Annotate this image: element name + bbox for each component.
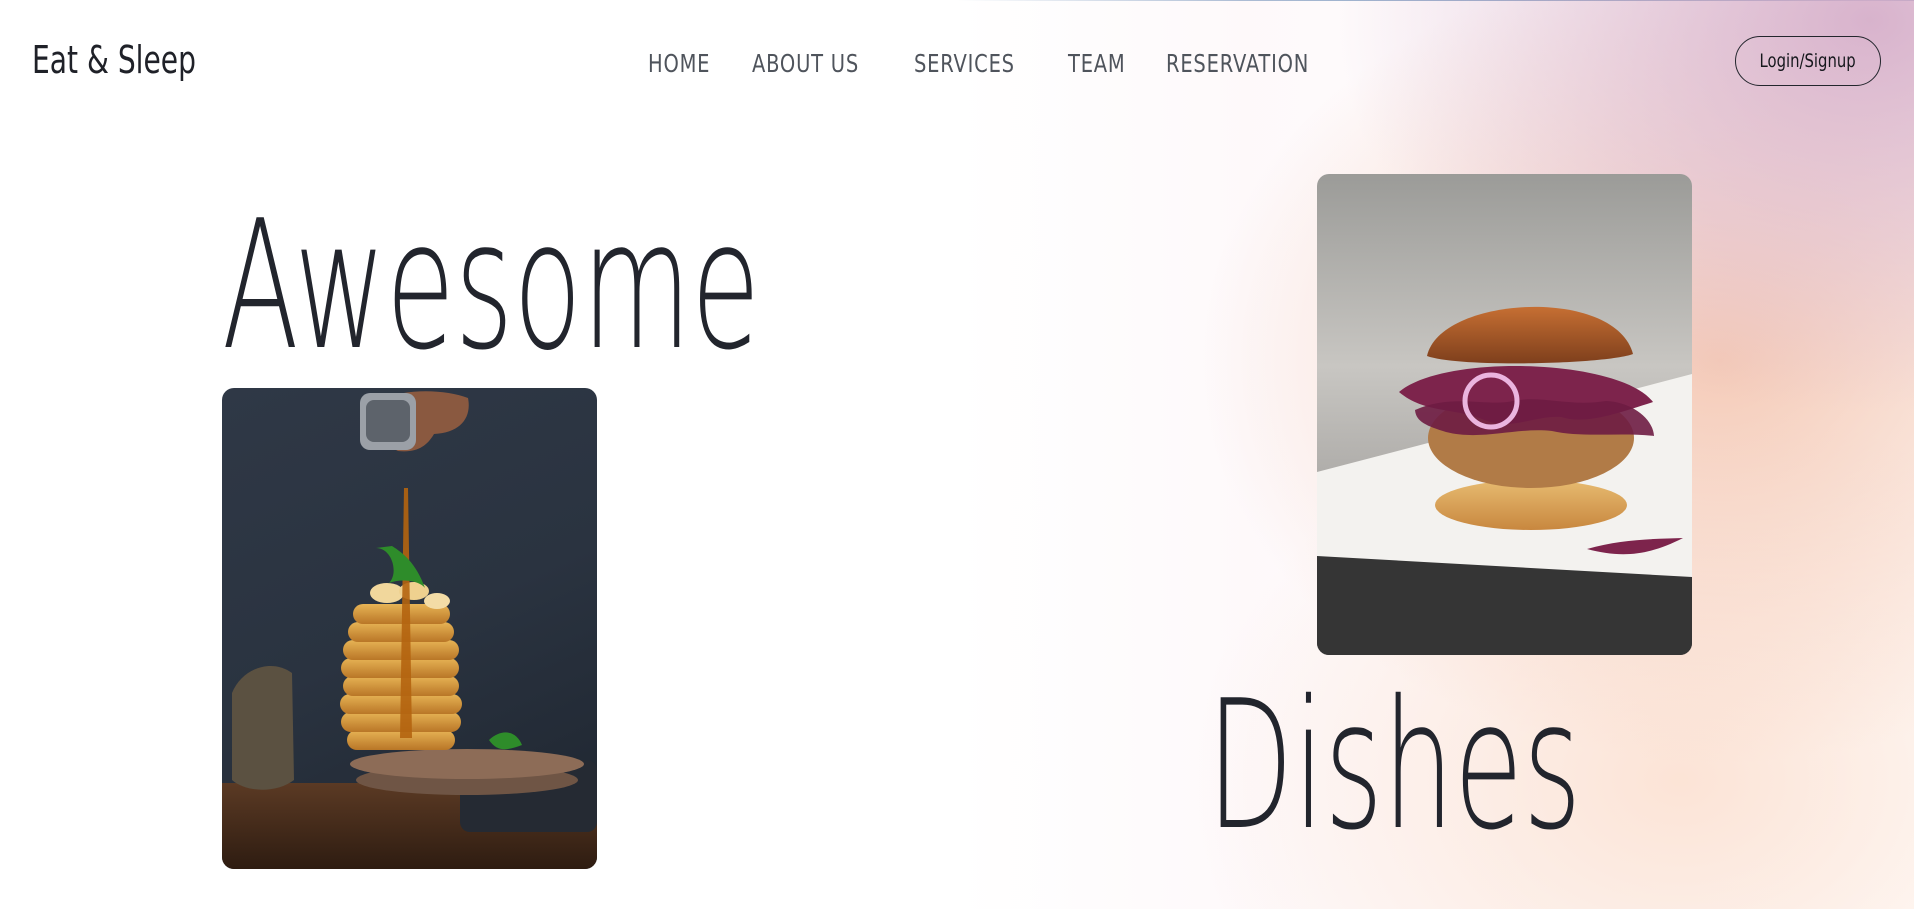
burger-image: [1317, 306, 1692, 655]
hero-word-dishes: Dishes: [1207, 662, 1582, 869]
nav-services[interactable]: SERVICES: [914, 49, 1015, 78]
login-signup-button[interactable]: Login/Signup: [1735, 36, 1881, 86]
main-navigation: HOME ABOUT US SERVICES TEAM RESERVATION: [648, 49, 1369, 78]
pancake-stack-image: [222, 391, 597, 869]
brand-logo[interactable]: Eat & Sleep: [32, 38, 196, 82]
nav-reservation[interactable]: RESERVATION: [1166, 49, 1309, 78]
site-header: Eat & Sleep HOME ABOUT US SERVICES TEAM …: [0, 0, 1914, 125]
nav-about-us[interactable]: ABOUT US: [752, 49, 859, 78]
hero-word-awesome: Awesome: [222, 182, 761, 389]
nav-team[interactable]: TEAM: [1068, 49, 1126, 78]
login-signup-label: Login/Signup: [1759, 50, 1857, 72]
burger-photo: [1317, 174, 1692, 655]
pancake-stack-photo: [222, 388, 597, 869]
nav-home[interactable]: HOME: [648, 49, 710, 78]
